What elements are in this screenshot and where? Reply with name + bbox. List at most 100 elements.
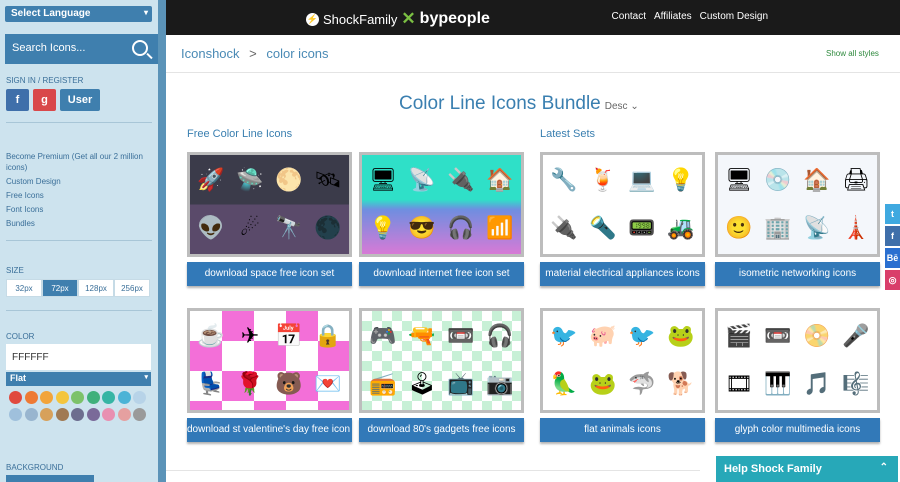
brand-shockfamily: ShockFamily (323, 11, 398, 27)
search-icon[interactable] (132, 40, 148, 56)
color-swatch[interactable] (40, 391, 53, 404)
icon-set-thumbnail[interactable]: 🖥 📡 🔌 🏠 💡 😎 🎧 📶 (359, 152, 524, 257)
background-select[interactable] (6, 475, 94, 482)
download-set-button[interactable]: download 80's gadgets free icons (359, 418, 524, 442)
roses-icon: 🌹 (236, 371, 264, 396)
calendar-icon: 📅 (275, 323, 303, 348)
icon-set-thumbnail[interactable]: 🎬 📼 📀 🎤 🎞 🎹 🎵 🎼 (715, 308, 880, 413)
color-swatch[interactable] (40, 408, 53, 421)
size-32-button[interactable]: 32px (6, 279, 42, 297)
free-icons-link[interactable]: Free Icons (6, 190, 151, 201)
moon-icon: 🌑 (314, 215, 342, 240)
facebook-icon[interactable]: f (885, 226, 900, 246)
color-swatch[interactable] (102, 408, 115, 421)
sidebar-scrollbar[interactable] (158, 0, 166, 482)
color-swatch[interactable] (133, 391, 146, 404)
monitor-icon: 🖥 (369, 167, 397, 192)
color-input[interactable]: FFFFFF (6, 344, 151, 370)
google-login-button[interactable]: g (33, 89, 56, 111)
icon-set-thumbnail[interactable]: 🚀 🛸 🌕 🛰 👽 ☄ 🔭 🌑 (187, 152, 352, 257)
download-set-button[interactable]: flat animals icons (540, 418, 705, 442)
icon-set-card[interactable]: 🔧 🍹 💻 💡 🔌 🔦 📟 🚜 material electrical appliances i… (540, 152, 705, 286)
download-set-button[interactable]: download st valentine's day free icon se… (187, 418, 352, 442)
size-label: SIZE (6, 266, 24, 275)
sort-select[interactable]: Desc ⌄ (605, 101, 639, 112)
icon-set-thumbnail[interactable]: ☕ ✈ 📅 🔒 💺 🌹 🐻 💌 (187, 308, 352, 413)
color-swatch[interactable] (24, 408, 38, 421)
icon-set-card[interactable]: 🖥 📡 🔌 🏠 💡 😎 🎧 📶 download internet free icon set (359, 152, 524, 286)
icon-set-card[interactable]: 🖥 💿 🏠 🖨 🙂 🏢 📡 🗼 isometric networking icons (715, 152, 880, 286)
color-swatch[interactable] (24, 391, 38, 404)
icon-set-card[interactable]: 🚀 🛸 🌕 🛰 👽 ☄ 🔭 🌑 download space free icon set (187, 152, 352, 286)
font-icons-link[interactable]: Font Icons (6, 204, 151, 215)
search-input[interactable]: Search Icons... (5, 34, 158, 64)
twitter-icon[interactable]: t (885, 204, 900, 224)
icon-set-thumbnail[interactable]: 🐦 🐖 🐦 🐸 🦜 🐸 🦈 🐕 (540, 308, 705, 413)
icon-set-card[interactable]: 🎮 🔫 📼 🎧 📻 🕹 📺 📷 download 80's gadgets free icons (359, 308, 524, 442)
smiley-icon: 🙂 (725, 215, 753, 240)
style-select[interactable]: Flat ▾ (6, 372, 151, 386)
premium-link[interactable]: Become Premium (Get all our 2 million ic… (6, 151, 151, 173)
color-swatch[interactable] (117, 408, 131, 421)
icon-set-card[interactable]: ☕ ✈ 📅 🔒 💺 🌹 🐻 💌 download st valentine's day free… (187, 308, 352, 442)
behance-icon[interactable]: Bē (885, 248, 900, 268)
language-select[interactable]: Select Language ▾ (5, 6, 152, 22)
download-set-button[interactable]: material electrical appliances icons (540, 262, 705, 286)
disc-icon: 💿 (764, 167, 792, 192)
device-icon: 📟 (628, 215, 656, 240)
download-set-button[interactable]: glyph color multimedia icons (715, 418, 880, 442)
color-swatch[interactable] (117, 391, 131, 404)
download-set-button[interactable]: download space free icon set (187, 262, 352, 286)
breadcrumb-root[interactable]: Iconshock (181, 46, 240, 61)
color-swatch[interactable] (102, 391, 115, 404)
size-72-button[interactable]: 72px (42, 279, 78, 297)
headphones-icon: 🎧 (447, 215, 475, 240)
color-swatch[interactable] (133, 408, 146, 421)
color-swatch[interactable] (86, 408, 100, 421)
icon-set-card[interactable]: 🎬 📼 📀 🎤 🎞 🎹 🎵 🎼 glyph color multimedia icons (715, 308, 880, 442)
bolt-icon: ⚡ (306, 12, 319, 26)
bulb-icon: 💡 (369, 215, 397, 240)
house-icon: 🏠 (803, 167, 831, 192)
satellite-icon: 🛰 (314, 167, 342, 192)
affiliates-link[interactable]: Affiliates (654, 11, 692, 22)
color-swatch[interactable] (9, 391, 22, 404)
custom-design-link[interactable]: Custom Design (6, 176, 151, 187)
facebook-login-button[interactable]: f (6, 89, 29, 111)
breadcrumb-current[interactable]: color icons (266, 46, 328, 61)
color-swatch[interactable] (71, 408, 84, 421)
help-bar-label: Help Shock Family (724, 463, 822, 475)
color-swatch[interactable] (55, 408, 69, 421)
color-swatch[interactable] (9, 408, 22, 421)
custom-design-link[interactable]: Custom Design (700, 11, 768, 22)
bear-icon: 🐻 (275, 371, 303, 396)
show-all-styles-link[interactable]: Show all styles (826, 49, 879, 58)
bundles-link[interactable]: Bundles (6, 218, 151, 229)
size-256-button[interactable]: 256px (114, 279, 150, 297)
section-title-latest: Latest Sets (540, 128, 596, 140)
chevron-down-icon: ⌄ (630, 101, 639, 112)
size-128-button[interactable]: 128px (78, 279, 114, 297)
icon-set-card[interactable]: 🐦 🐖 🐦 🐸 🦜 🐸 🦈 🐕 flat animals icons (540, 308, 705, 442)
user-button[interactable]: User (60, 89, 100, 111)
color-swatch[interactable] (55, 391, 69, 404)
contact-link[interactable]: Contact (612, 11, 646, 22)
brand-logo[interactable]: ⚡ ShockFamily ✕ bypeople (306, 9, 490, 29)
lock-icon: 🔒 (314, 323, 342, 348)
icon-set-thumbnail[interactable]: 🎮 🔫 📼 🎧 📻 🕹 📺 📷 (359, 308, 524, 413)
download-set-button[interactable]: download internet free icon set (359, 262, 524, 286)
icon-set-thumbnail[interactable]: 🔧 🍹 💻 💡 🔌 🔦 📟 🚜 (540, 152, 705, 257)
disc-icon: 📀 (803, 323, 831, 348)
divider (166, 72, 900, 73)
color-swatch[interactable] (71, 391, 84, 404)
headphones-icon: 🎧 (486, 323, 514, 348)
icon-set-thumbnail[interactable]: 🖥 💿 🏠 🖨 🙂 🏢 📡 🗼 (715, 152, 880, 257)
color-swatch[interactable] (86, 391, 100, 404)
help-shock-family-bar[interactable]: Help Shock Family ⌃ (716, 456, 898, 482)
signin-label: SIGN IN / REGISTER (6, 76, 84, 85)
home-icon: 🏠 (486, 167, 514, 192)
instagram-icon[interactable]: ◎ (885, 270, 900, 290)
download-set-button[interactable]: isometric networking icons (715, 262, 880, 286)
woodpecker-icon: 🐦 (628, 323, 656, 348)
server-icon: 🖥 (725, 167, 753, 192)
